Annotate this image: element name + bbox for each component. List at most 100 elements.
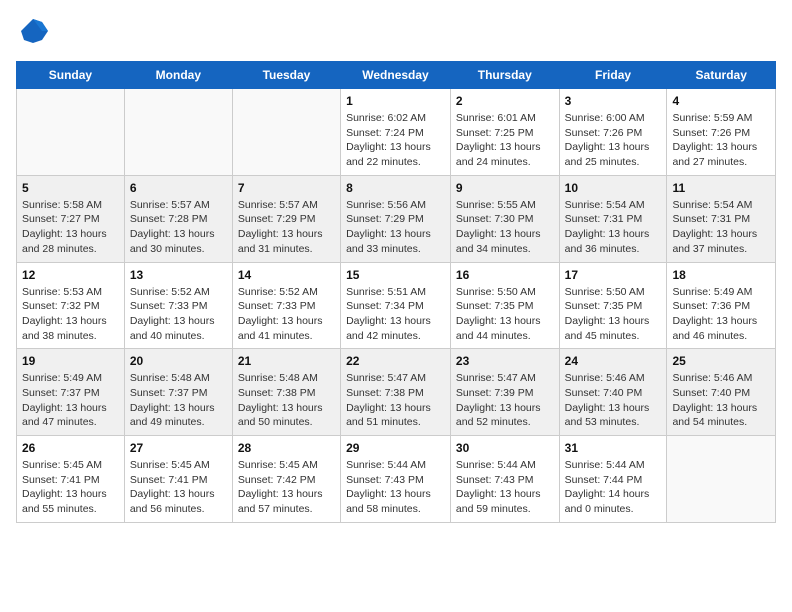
calendar-cell: 16 Sunrise: 5:50 AMSunset: 7:35 PMDayligh…	[450, 262, 559, 349]
calendar-cell: 31 Sunrise: 5:44 AMSunset: 7:44 PMDayligh…	[559, 436, 667, 523]
day-detail: Sunrise: 5:56 AMSunset: 7:29 PMDaylight:…	[346, 198, 445, 257]
calendar-cell: 27 Sunrise: 5:45 AMSunset: 7:41 PMDayligh…	[124, 436, 232, 523]
day-number: 9	[456, 181, 554, 195]
day-number: 11	[672, 181, 770, 195]
weekday-header-sunday: Sunday	[17, 62, 125, 89]
calendar-cell: 7Sunrise: 5:57 AMSunset: 7:29 PMDaylight…	[232, 175, 340, 262]
day-number: 31	[565, 441, 662, 455]
day-number: 12	[22, 268, 119, 282]
calendar-cell: 11 Sunrise: 5:54 AMSunset: 7:31 PMDayligh…	[667, 175, 776, 262]
day-number: 21	[238, 354, 335, 368]
calendar-cell: 28 Sunrise: 5:45 AMSunset: 7:42 PMDayligh…	[232, 436, 340, 523]
day-number: 25	[672, 354, 770, 368]
day-number: 15	[346, 268, 445, 282]
day-number: 4	[672, 94, 770, 108]
day-number: 13	[130, 268, 227, 282]
weekday-header-tuesday: Tuesday	[232, 62, 340, 89]
day-detail: Sunrise: 5:57 AMSunset: 7:29 PMDaylight:…	[238, 198, 335, 257]
day-detail: Sunrise: 5:54 AMSunset: 7:31 PMDaylight:…	[672, 198, 770, 257]
calendar-cell	[17, 89, 125, 176]
calendar-cell: 2 Sunrise: 6:01 AMSunset: 7:25 PMDaylight…	[450, 89, 559, 176]
day-detail: Sunrise: 5:49 AMSunset: 7:37 PMDaylight:…	[22, 371, 119, 430]
calendar-cell	[124, 89, 232, 176]
day-number: 19	[22, 354, 119, 368]
day-detail: Sunrise: 5:53 AMSunset: 7:32 PMDaylight:…	[22, 285, 119, 344]
calendar-cell: 8 Sunrise: 5:56 AMSunset: 7:29 PMDaylight…	[341, 175, 451, 262]
day-detail: Sunrise: 5:50 AMSunset: 7:35 PMDaylight:…	[456, 285, 554, 344]
day-detail: Sunrise: 6:01 AMSunset: 7:25 PMDaylight:…	[456, 111, 554, 170]
calendar-cell: 12 Sunrise: 5:53 AMSunset: 7:32 PMDayligh…	[17, 262, 125, 349]
calendar-cell: 20 Sunrise: 5:48 AMSunset: 7:37 PMDayligh…	[124, 349, 232, 436]
calendar-cell: 13 Sunrise: 5:52 AMSunset: 7:33 PMDayligh…	[124, 262, 232, 349]
calendar-cell: 10 Sunrise: 5:54 AMSunset: 7:31 PMDayligh…	[559, 175, 667, 262]
page-header	[16, 16, 776, 51]
day-number: 18	[672, 268, 770, 282]
day-detail: Sunrise: 5:45 AMSunset: 7:42 PMDaylight:…	[238, 458, 335, 517]
day-number: 26	[22, 441, 119, 455]
day-detail: Sunrise: 5:58 AMSunset: 7:27 PMDaylight:…	[22, 198, 119, 257]
calendar-cell: 17 Sunrise: 5:50 AMSunset: 7:35 PMDayligh…	[559, 262, 667, 349]
day-detail: Sunrise: 5:44 AMSunset: 7:43 PMDaylight:…	[346, 458, 445, 517]
weekday-header-friday: Friday	[559, 62, 667, 89]
day-number: 10	[565, 181, 662, 195]
calendar-cell: 6 Sunrise: 5:57 AMSunset: 7:28 PMDaylight…	[124, 175, 232, 262]
calendar-cell: 21 Sunrise: 5:48 AMSunset: 7:38 PMDayligh…	[232, 349, 340, 436]
calendar-table: SundayMondayTuesdayWednesdayThursdayFrid…	[16, 61, 776, 523]
day-detail: Sunrise: 5:44 AMSunset: 7:44 PMDaylight:…	[565, 458, 662, 517]
day-detail: Sunrise: 5:44 AMSunset: 7:43 PMDaylight:…	[456, 458, 554, 517]
day-detail: Sunrise: 5:48 AMSunset: 7:38 PMDaylight:…	[238, 371, 335, 430]
day-number: 5	[22, 181, 119, 195]
calendar-cell: 4 Sunrise: 5:59 AMSunset: 7:26 PMDaylight…	[667, 89, 776, 176]
day-detail: Sunrise: 5:50 AMSunset: 7:35 PMDaylight:…	[565, 285, 662, 344]
day-detail: Sunrise: 5:46 AMSunset: 7:40 PMDaylight:…	[565, 371, 662, 430]
logo-icon	[18, 16, 48, 46]
day-number: 14	[238, 268, 335, 282]
day-detail: Sunrise: 5:45 AMSunset: 7:41 PMDaylight:…	[130, 458, 227, 517]
day-number: 24	[565, 354, 662, 368]
day-number: 16	[456, 268, 554, 282]
day-detail: Sunrise: 5:57 AMSunset: 7:28 PMDaylight:…	[130, 198, 227, 257]
day-number: 27	[130, 441, 227, 455]
calendar-cell: 5 Sunrise: 5:58 AMSunset: 7:27 PMDaylight…	[17, 175, 125, 262]
day-number: 20	[130, 354, 227, 368]
day-detail: Sunrise: 5:47 AMSunset: 7:39 PMDaylight:…	[456, 371, 554, 430]
day-detail: Sunrise: 6:00 AMSunset: 7:26 PMDaylight:…	[565, 111, 662, 170]
calendar-cell: 23 Sunrise: 5:47 AMSunset: 7:39 PMDayligh…	[450, 349, 559, 436]
day-number: 23	[456, 354, 554, 368]
calendar-cell: 18 Sunrise: 5:49 AMSunset: 7:36 PMDayligh…	[667, 262, 776, 349]
day-detail: Sunrise: 5:46 AMSunset: 7:40 PMDaylight:…	[672, 371, 770, 430]
day-detail: Sunrise: 5:45 AMSunset: 7:41 PMDaylight:…	[22, 458, 119, 517]
calendar-cell: 30 Sunrise: 5:44 AMSunset: 7:43 PMDayligh…	[450, 436, 559, 523]
day-number: 22	[346, 354, 445, 368]
weekday-header-wednesday: Wednesday	[341, 62, 451, 89]
day-detail: Sunrise: 5:51 AMSunset: 7:34 PMDaylight:…	[346, 285, 445, 344]
day-number: 2	[456, 94, 554, 108]
day-detail: Sunrise: 5:47 AMSunset: 7:38 PMDaylight:…	[346, 371, 445, 430]
calendar-cell: 1Sunrise: 6:02 AMSunset: 7:24 PMDaylight…	[341, 89, 451, 176]
calendar-cell: 22 Sunrise: 5:47 AMSunset: 7:38 PMDayligh…	[341, 349, 451, 436]
calendar-cell: 19 Sunrise: 5:49 AMSunset: 7:37 PMDayligh…	[17, 349, 125, 436]
day-number: 17	[565, 268, 662, 282]
day-detail: Sunrise: 6:02 AMSunset: 7:24 PMDaylight:…	[346, 111, 445, 170]
day-detail: Sunrise: 5:54 AMSunset: 7:31 PMDaylight:…	[565, 198, 662, 257]
weekday-header-thursday: Thursday	[450, 62, 559, 89]
day-number: 6	[130, 181, 227, 195]
day-detail: Sunrise: 5:59 AMSunset: 7:26 PMDaylight:…	[672, 111, 770, 170]
day-number: 8	[346, 181, 445, 195]
day-detail: Sunrise: 5:52 AMSunset: 7:33 PMDaylight:…	[130, 285, 227, 344]
calendar-cell: 14 Sunrise: 5:52 AMSunset: 7:33 PMDayligh…	[232, 262, 340, 349]
calendar-cell: 15 Sunrise: 5:51 AMSunset: 7:34 PMDayligh…	[341, 262, 451, 349]
calendar-cell: 9 Sunrise: 5:55 AMSunset: 7:30 PMDaylight…	[450, 175, 559, 262]
calendar-cell: 24 Sunrise: 5:46 AMSunset: 7:40 PMDayligh…	[559, 349, 667, 436]
calendar-cell: 3Sunrise: 6:00 AMSunset: 7:26 PMDaylight…	[559, 89, 667, 176]
day-number: 30	[456, 441, 554, 455]
day-detail: Sunrise: 5:52 AMSunset: 7:33 PMDaylight:…	[238, 285, 335, 344]
calendar-cell: 29 Sunrise: 5:44 AMSunset: 7:43 PMDayligh…	[341, 436, 451, 523]
day-detail: Sunrise: 5:48 AMSunset: 7:37 PMDaylight:…	[130, 371, 227, 430]
day-detail: Sunrise: 5:49 AMSunset: 7:36 PMDaylight:…	[672, 285, 770, 344]
day-detail: Sunrise: 5:55 AMSunset: 7:30 PMDaylight:…	[456, 198, 554, 257]
calendar-cell	[667, 436, 776, 523]
day-number: 29	[346, 441, 445, 455]
day-number: 28	[238, 441, 335, 455]
calendar-cell	[232, 89, 340, 176]
